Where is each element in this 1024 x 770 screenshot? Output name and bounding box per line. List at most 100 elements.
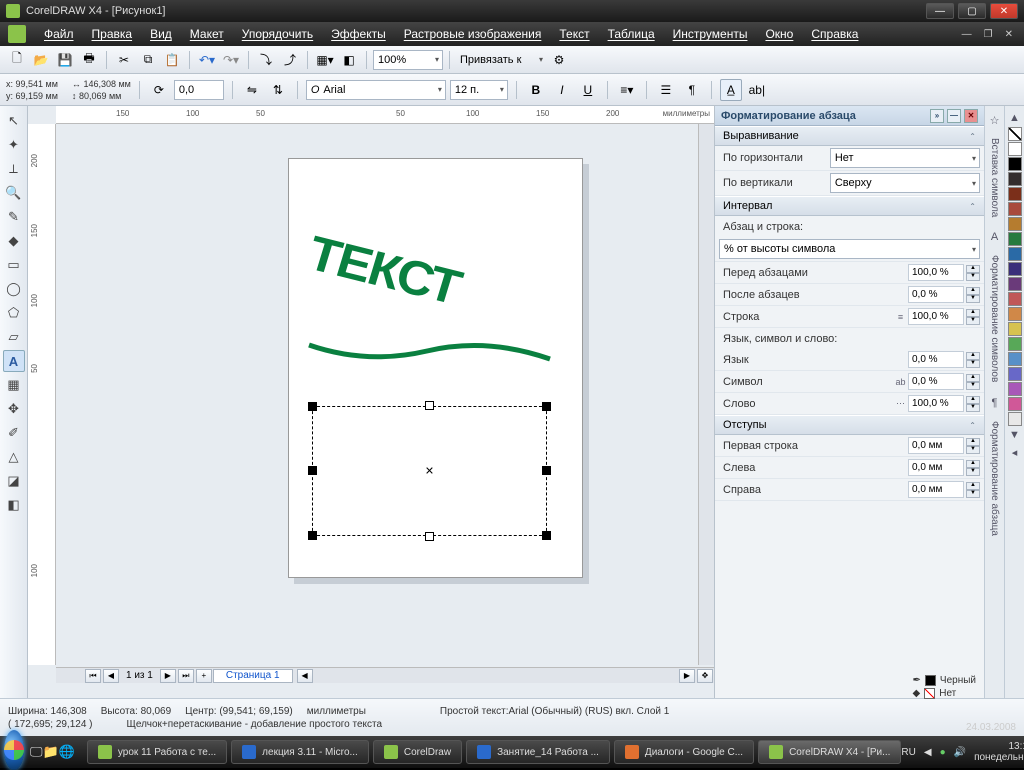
export-button[interactable]: ⤴ bbox=[279, 49, 301, 71]
menu-arrange[interactable]: Упорядочить bbox=[234, 25, 321, 43]
bullets-button[interactable]: ☰ bbox=[655, 79, 677, 101]
outline-tool[interactable]: △ bbox=[3, 446, 25, 468]
app-launcher-button[interactable]: ▦▾ bbox=[314, 49, 336, 71]
handle-w[interactable] bbox=[308, 466, 317, 475]
maximize-button[interactable]: ▢ bbox=[958, 3, 986, 19]
handle-s[interactable] bbox=[425, 532, 434, 541]
task-item[interactable]: CorelDraw bbox=[373, 740, 462, 764]
swatch-2[interactable] bbox=[1008, 172, 1022, 186]
swatch-18[interactable] bbox=[1008, 412, 1022, 426]
menu-file[interactable]: Файл bbox=[36, 25, 82, 43]
menu-window[interactable]: Окно bbox=[757, 25, 801, 43]
mdi-minimize-button[interactable]: — bbox=[959, 29, 975, 40]
task-item[interactable]: CorelDRAW X4 - [Ри... bbox=[758, 740, 901, 764]
drawing-page[interactable]: ТЕКСТ ✕ bbox=[288, 158, 583, 578]
spinner[interactable]: ▲▼ bbox=[966, 265, 980, 281]
char-input[interactable] bbox=[908, 373, 964, 390]
interval-unit-combo[interactable]: % от высоты символа bbox=[719, 239, 980, 259]
swatch-9[interactable] bbox=[1008, 277, 1022, 291]
basic-shapes-tool[interactable]: ▱ bbox=[3, 326, 25, 348]
docker-close-button[interactable]: ✕ bbox=[964, 109, 978, 123]
handle-e[interactable] bbox=[542, 466, 551, 475]
minimize-button[interactable]: — bbox=[926, 3, 954, 19]
fill-swatch[interactable] bbox=[924, 688, 935, 699]
mirror-h-button[interactable]: ⇋ bbox=[241, 79, 263, 101]
swatch-none[interactable] bbox=[1008, 127, 1022, 141]
undo-button[interactable]: ↶▾ bbox=[196, 49, 218, 71]
align-button[interactable]: ≡▾ bbox=[616, 79, 638, 101]
prev-page-button[interactable]: ◀ bbox=[103, 669, 119, 683]
paste-button[interactable]: 📋 bbox=[161, 49, 183, 71]
mdi-restore-button[interactable]: ❐ bbox=[981, 29, 996, 40]
menu-help[interactable]: Справка bbox=[803, 25, 866, 43]
align-v-combo[interactable]: Сверху bbox=[830, 173, 980, 193]
swatch-3[interactable] bbox=[1008, 187, 1022, 201]
task-item[interactable]: Занятие_14 Работа ... bbox=[466, 740, 610, 764]
task-item[interactable]: урок 11 Работа с те... bbox=[87, 740, 227, 764]
before-para-input[interactable] bbox=[908, 264, 964, 281]
close-button[interactable]: ✕ bbox=[990, 3, 1018, 19]
handle-ne[interactable] bbox=[542, 402, 551, 411]
freehand-tool[interactable]: ✎ bbox=[3, 206, 25, 228]
handle-se[interactable] bbox=[542, 531, 551, 540]
char-format-tab[interactable]: A bbox=[987, 229, 1003, 245]
zoom-tool[interactable]: 🔍 bbox=[3, 182, 25, 204]
palette-up-button[interactable]: ▲ bbox=[1007, 110, 1023, 126]
menu-bitmaps[interactable]: Растровые изображения bbox=[396, 25, 550, 43]
eyedropper-tool[interactable]: ✐ bbox=[3, 422, 25, 444]
tray-volume-icon[interactable]: 🔊 bbox=[954, 747, 966, 758]
align-h-combo[interactable]: Нет bbox=[830, 148, 980, 168]
underline-button[interactable]: U bbox=[577, 79, 599, 101]
section-indent[interactable]: Отступы⌃ bbox=[715, 415, 984, 435]
task-item[interactable]: Диалоги - Google C... bbox=[614, 740, 754, 764]
table-tool[interactable]: ▦ bbox=[3, 374, 25, 396]
tray-icon[interactable]: ◀ bbox=[924, 747, 932, 758]
ellipse-tool[interactable]: ◯ bbox=[3, 278, 25, 300]
start-button[interactable] bbox=[4, 730, 24, 770]
shape-tool[interactable]: ✦ bbox=[3, 134, 25, 156]
swatch-12[interactable] bbox=[1008, 322, 1022, 336]
fill-tool[interactable]: ◪ bbox=[3, 470, 25, 492]
add-page-button[interactable]: + bbox=[196, 669, 212, 683]
swatch-15[interactable] bbox=[1008, 367, 1022, 381]
first-page-button[interactable]: ⏮ bbox=[85, 669, 101, 683]
outline-swatch[interactable] bbox=[925, 675, 936, 686]
palette-down-button[interactable]: ▼ bbox=[1007, 427, 1023, 443]
pick-tool[interactable]: ↖ bbox=[3, 110, 25, 132]
line-input[interactable] bbox=[908, 308, 964, 325]
text-tool[interactable]: A bbox=[3, 350, 25, 372]
vertical-scrollbar[interactable] bbox=[698, 124, 714, 665]
ql-desktop[interactable]: 🖵 bbox=[30, 741, 43, 763]
docker-title[interactable]: Форматирование абзаца » — ✕ bbox=[715, 106, 984, 126]
polygon-tool[interactable]: ⬠ bbox=[3, 302, 25, 324]
dropcap-button[interactable]: ¶ bbox=[681, 79, 703, 101]
print-button[interactable]: 🖶 bbox=[78, 49, 100, 71]
welcome-button[interactable]: ◧ bbox=[338, 49, 360, 71]
right-indent-input[interactable] bbox=[908, 481, 964, 498]
interactive-fill-tool[interactable]: ◧ bbox=[3, 494, 25, 516]
swatch-0[interactable] bbox=[1008, 142, 1022, 156]
lang-indicator[interactable]: RU bbox=[901, 747, 915, 758]
font-combo[interactable]: OArial bbox=[306, 80, 446, 100]
swatch-17[interactable] bbox=[1008, 397, 1022, 411]
swatch-11[interactable] bbox=[1008, 307, 1022, 321]
scroll-left-button[interactable]: ◀ bbox=[297, 669, 313, 683]
clock[interactable]: 13:10 понедельник bbox=[974, 741, 1024, 763]
smart-fill-tool[interactable]: ◆ bbox=[3, 230, 25, 252]
copy-button[interactable]: ⧉ bbox=[137, 49, 159, 71]
crop-tool[interactable]: ⟂ bbox=[3, 158, 25, 180]
swatch-6[interactable] bbox=[1008, 232, 1022, 246]
handle-nw[interactable] bbox=[308, 402, 317, 411]
word-input[interactable] bbox=[908, 395, 964, 412]
import-button[interactable]: ⤵ bbox=[255, 49, 277, 71]
rectangle-tool[interactable]: ▭ bbox=[3, 254, 25, 276]
canvas-area[interactable]: 150 100 50 50 100 150 200 миллиметры 200… bbox=[28, 106, 714, 698]
navigator-button[interactable]: ✥ bbox=[697, 669, 713, 683]
font-size-combo[interactable]: 12 п. bbox=[450, 80, 508, 100]
next-page-button[interactable]: ▶ bbox=[160, 669, 176, 683]
lang-input[interactable] bbox=[908, 351, 964, 368]
rotation-input[interactable] bbox=[174, 80, 224, 100]
left-indent-input[interactable] bbox=[908, 459, 964, 476]
menu-edit[interactable]: Правка bbox=[84, 25, 141, 43]
menu-effects[interactable]: Эффекты bbox=[323, 25, 394, 43]
